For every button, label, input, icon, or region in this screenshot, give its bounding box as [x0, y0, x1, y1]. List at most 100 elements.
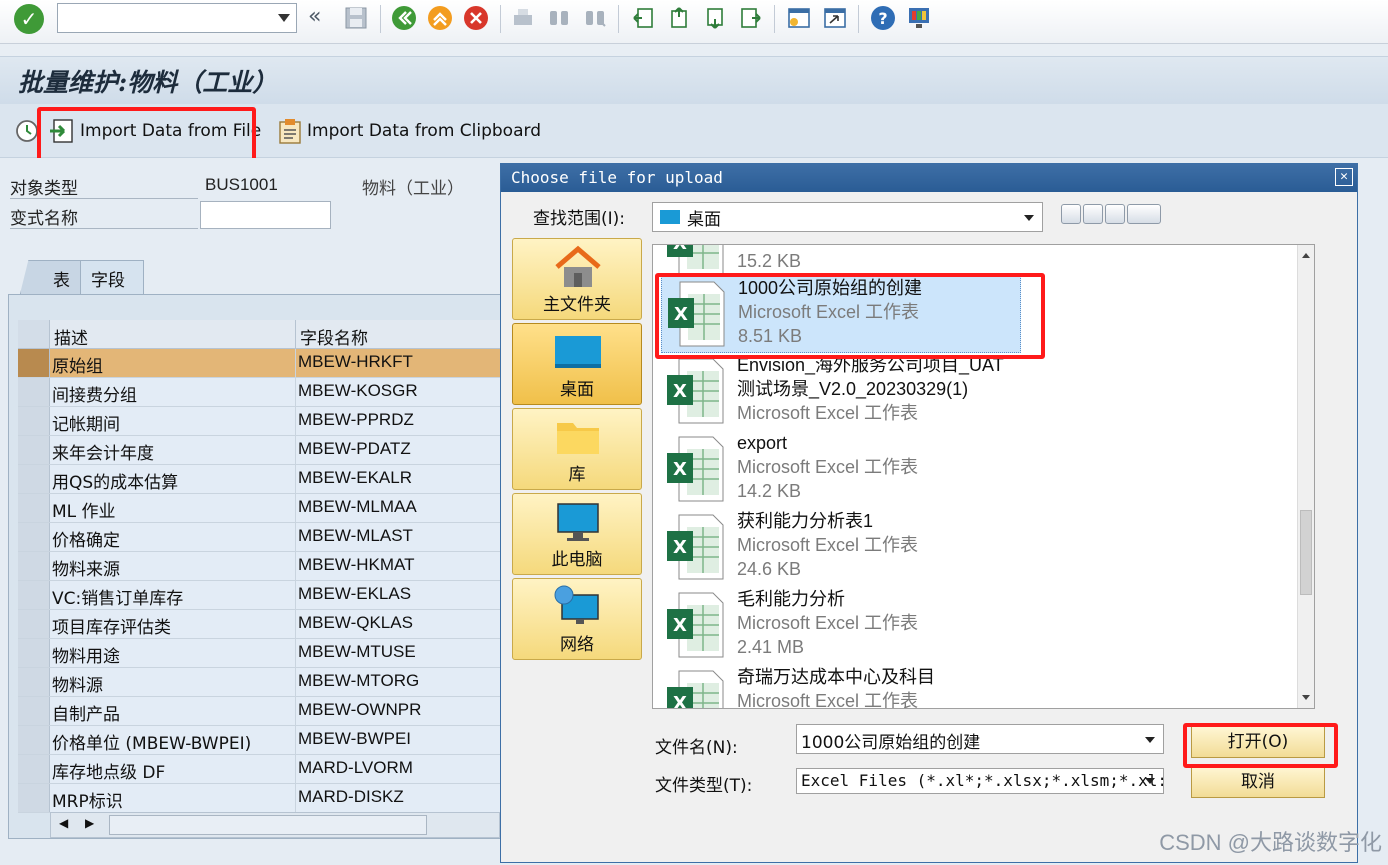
chevron-down-icon[interactable]: [1145, 778, 1155, 784]
table-row[interactable]: 物料源 MBEW-MTORG: [18, 668, 500, 697]
table-row[interactable]: 项目库存评估类 MBEW-QKLAS: [18, 610, 500, 639]
file-item[interactable]: X 奇瑞万达成本中心及科目 Microsoft Excel 工作表: [661, 665, 1301, 709]
cell-description: 物料来源: [50, 552, 296, 580]
table-row[interactable]: 间接费分组 MBEW-KOSGR: [18, 378, 500, 407]
file-item[interactable]: X 毛利能力分析 Microsoft Excel 工作表 2.41 MB: [661, 587, 1301, 665]
chevron-down-icon[interactable]: [1024, 215, 1034, 221]
file-item[interactable]: X 获利能力分析表1 Microsoft Excel 工作表 24.6 KB: [661, 509, 1301, 587]
table-row[interactable]: 来年会计年度 MBEW-PDATZ: [18, 436, 500, 465]
scroll-down-icon[interactable]: [1302, 695, 1310, 700]
cell-field-name: MBEW-MLAST: [298, 526, 413, 545]
close-icon[interactable]: ✕: [1335, 168, 1353, 186]
look-in-value: 桌面: [687, 209, 721, 230]
layout-icon[interactable]: [906, 5, 932, 31]
cancel-button[interactable]: 取消: [1191, 766, 1325, 798]
file-type: Microsoft Excel 工作表: [737, 613, 919, 633]
table-row[interactable]: VC:销售订单库存 MBEW-EKLAS: [18, 581, 500, 610]
command-field[interactable]: [57, 3, 297, 33]
dialog-title: Choose file for upload: [511, 168, 723, 187]
row-selector[interactable]: [18, 349, 50, 377]
up-folder-icon[interactable]: [1083, 204, 1103, 224]
file-type: Microsoft Excel 工作表: [737, 691, 919, 709]
back-nav-icon[interactable]: [1061, 204, 1081, 224]
place-this-pc-label: 此电脑: [551, 550, 603, 570]
table-row[interactable]: 物料用途 MBEW-MTUSE: [18, 639, 500, 668]
table-row[interactable]: ML 作业 MBEW-MLMAA: [18, 494, 500, 523]
scroll-up-icon[interactable]: [1302, 253, 1310, 258]
back-icon[interactable]: [391, 5, 417, 31]
filetype-select[interactable]: Excel Files (*.xl*;*.xlsx;*.xlsm;*.xl:: [796, 768, 1164, 794]
look-in-select[interactable]: 桌面: [652, 202, 1043, 232]
file-item[interactable]: Xexport Microsoft Excel 工作表 14.2 KB: [661, 431, 1301, 509]
variant-label: 变式名称: [10, 209, 78, 229]
table-row[interactable]: MRP标识 MARD-DISKZ: [18, 784, 500, 813]
tab-fields[interactable]: 字段: [80, 260, 144, 294]
column-header-description[interactable]: 描述: [50, 320, 296, 349]
cell-description: 用QS的成本估算: [50, 465, 296, 493]
table-row[interactable]: 物料来源 MBEW-HKMAT: [18, 552, 500, 581]
table-row[interactable]: 价格确定 MBEW-MLAST: [18, 523, 500, 552]
row-selector[interactable]: [18, 494, 50, 522]
row-selector[interactable]: [18, 465, 50, 493]
place-library[interactable]: 库: [512, 408, 642, 490]
new-folder-icon[interactable]: [1105, 204, 1125, 224]
row-selector[interactable]: [18, 407, 50, 435]
exit-icon[interactable]: [427, 5, 453, 31]
scroll-left-icon[interactable]: ◀: [59, 816, 68, 830]
find-next-icon[interactable]: [582, 5, 608, 31]
place-this-pc[interactable]: 此电脑: [512, 493, 642, 575]
table-row[interactable]: 自制产品 MBEW-OWNPR: [18, 697, 500, 726]
cell-field-name: MBEW-EKLAS: [298, 584, 412, 603]
row-selector[interactable]: [18, 784, 50, 812]
row-selector[interactable]: [18, 436, 50, 464]
scroll-right-icon[interactable]: ▶: [85, 816, 94, 830]
table-row[interactable]: 价格单位 (MBEW-BWPEI) MBEW-BWPEI: [18, 726, 500, 755]
table-row[interactable]: 记帐期间 MBEW-PPRDZ: [18, 407, 500, 436]
next-page-icon[interactable]: [702, 5, 728, 31]
row-selector[interactable]: [18, 697, 50, 725]
row-selector[interactable]: [18, 610, 50, 638]
highlight-box: [655, 273, 1045, 359]
save-icon[interactable]: [343, 5, 369, 31]
shortcut-icon[interactable]: [822, 5, 848, 31]
row-selector[interactable]: [18, 668, 50, 696]
vertical-scrollbar[interactable]: [1297, 245, 1314, 708]
chevron-down-icon[interactable]: [278, 14, 290, 22]
import-data-from-clipboard-button[interactable]: Import Data from Clipboard: [277, 116, 541, 146]
collapse-icon[interactable]: «: [308, 5, 334, 31]
help-icon[interactable]: ?: [870, 5, 896, 31]
place-network[interactable]: 网络: [512, 578, 642, 660]
scroll-thumb[interactable]: [109, 815, 427, 835]
print-icon[interactable]: [510, 5, 536, 31]
row-selector[interactable]: [18, 378, 50, 406]
find-icon[interactable]: [546, 5, 572, 31]
place-home[interactable]: 主文件夹: [512, 238, 642, 320]
chevron-down-icon[interactable]: [1145, 737, 1155, 743]
row-selector[interactable]: [18, 726, 50, 754]
row-selector[interactable]: [18, 523, 50, 551]
row-selector[interactable]: [18, 755, 50, 783]
prev-page-icon[interactable]: [666, 5, 692, 31]
last-page-icon[interactable]: [738, 5, 764, 31]
row-selector[interactable]: [18, 581, 50, 609]
view-menu-icon[interactable]: [1127, 204, 1161, 224]
cancel-icon[interactable]: [463, 5, 489, 31]
table-row[interactable]: 库存地点级 DF MARD-LVORM: [18, 755, 500, 784]
title-bar: 批量维护:物料（工业）: [0, 56, 1388, 104]
scroll-thumb[interactable]: [1300, 510, 1312, 595]
table-row[interactable]: 原始组 MBEW-HRKFT: [18, 349, 500, 378]
first-page-icon[interactable]: [630, 5, 656, 31]
variant-input[interactable]: [200, 201, 331, 229]
row-selector[interactable]: [18, 552, 50, 580]
file-name: 奇瑞万达成本中心及科目: [737, 667, 935, 687]
horizontal-scrollbar[interactable]: ◀ ▶: [50, 812, 500, 838]
select-all-cell[interactable]: [18, 320, 50, 348]
file-item[interactable]: X Envision_海外服务公司项目_UAT 测试场景_V2.0_20230329…: [661, 353, 1301, 431]
enter-icon[interactable]: ✓: [14, 4, 44, 34]
row-selector[interactable]: [18, 639, 50, 667]
place-desktop[interactable]: 桌面: [512, 323, 642, 405]
filename-input[interactable]: 1000公司原始组的创建: [796, 724, 1164, 754]
new-session-icon[interactable]: [786, 5, 812, 31]
column-header-field-name[interactable]: 字段名称: [296, 320, 500, 349]
table-row[interactable]: 用QS的成本估算 MBEW-EKALR: [18, 465, 500, 494]
